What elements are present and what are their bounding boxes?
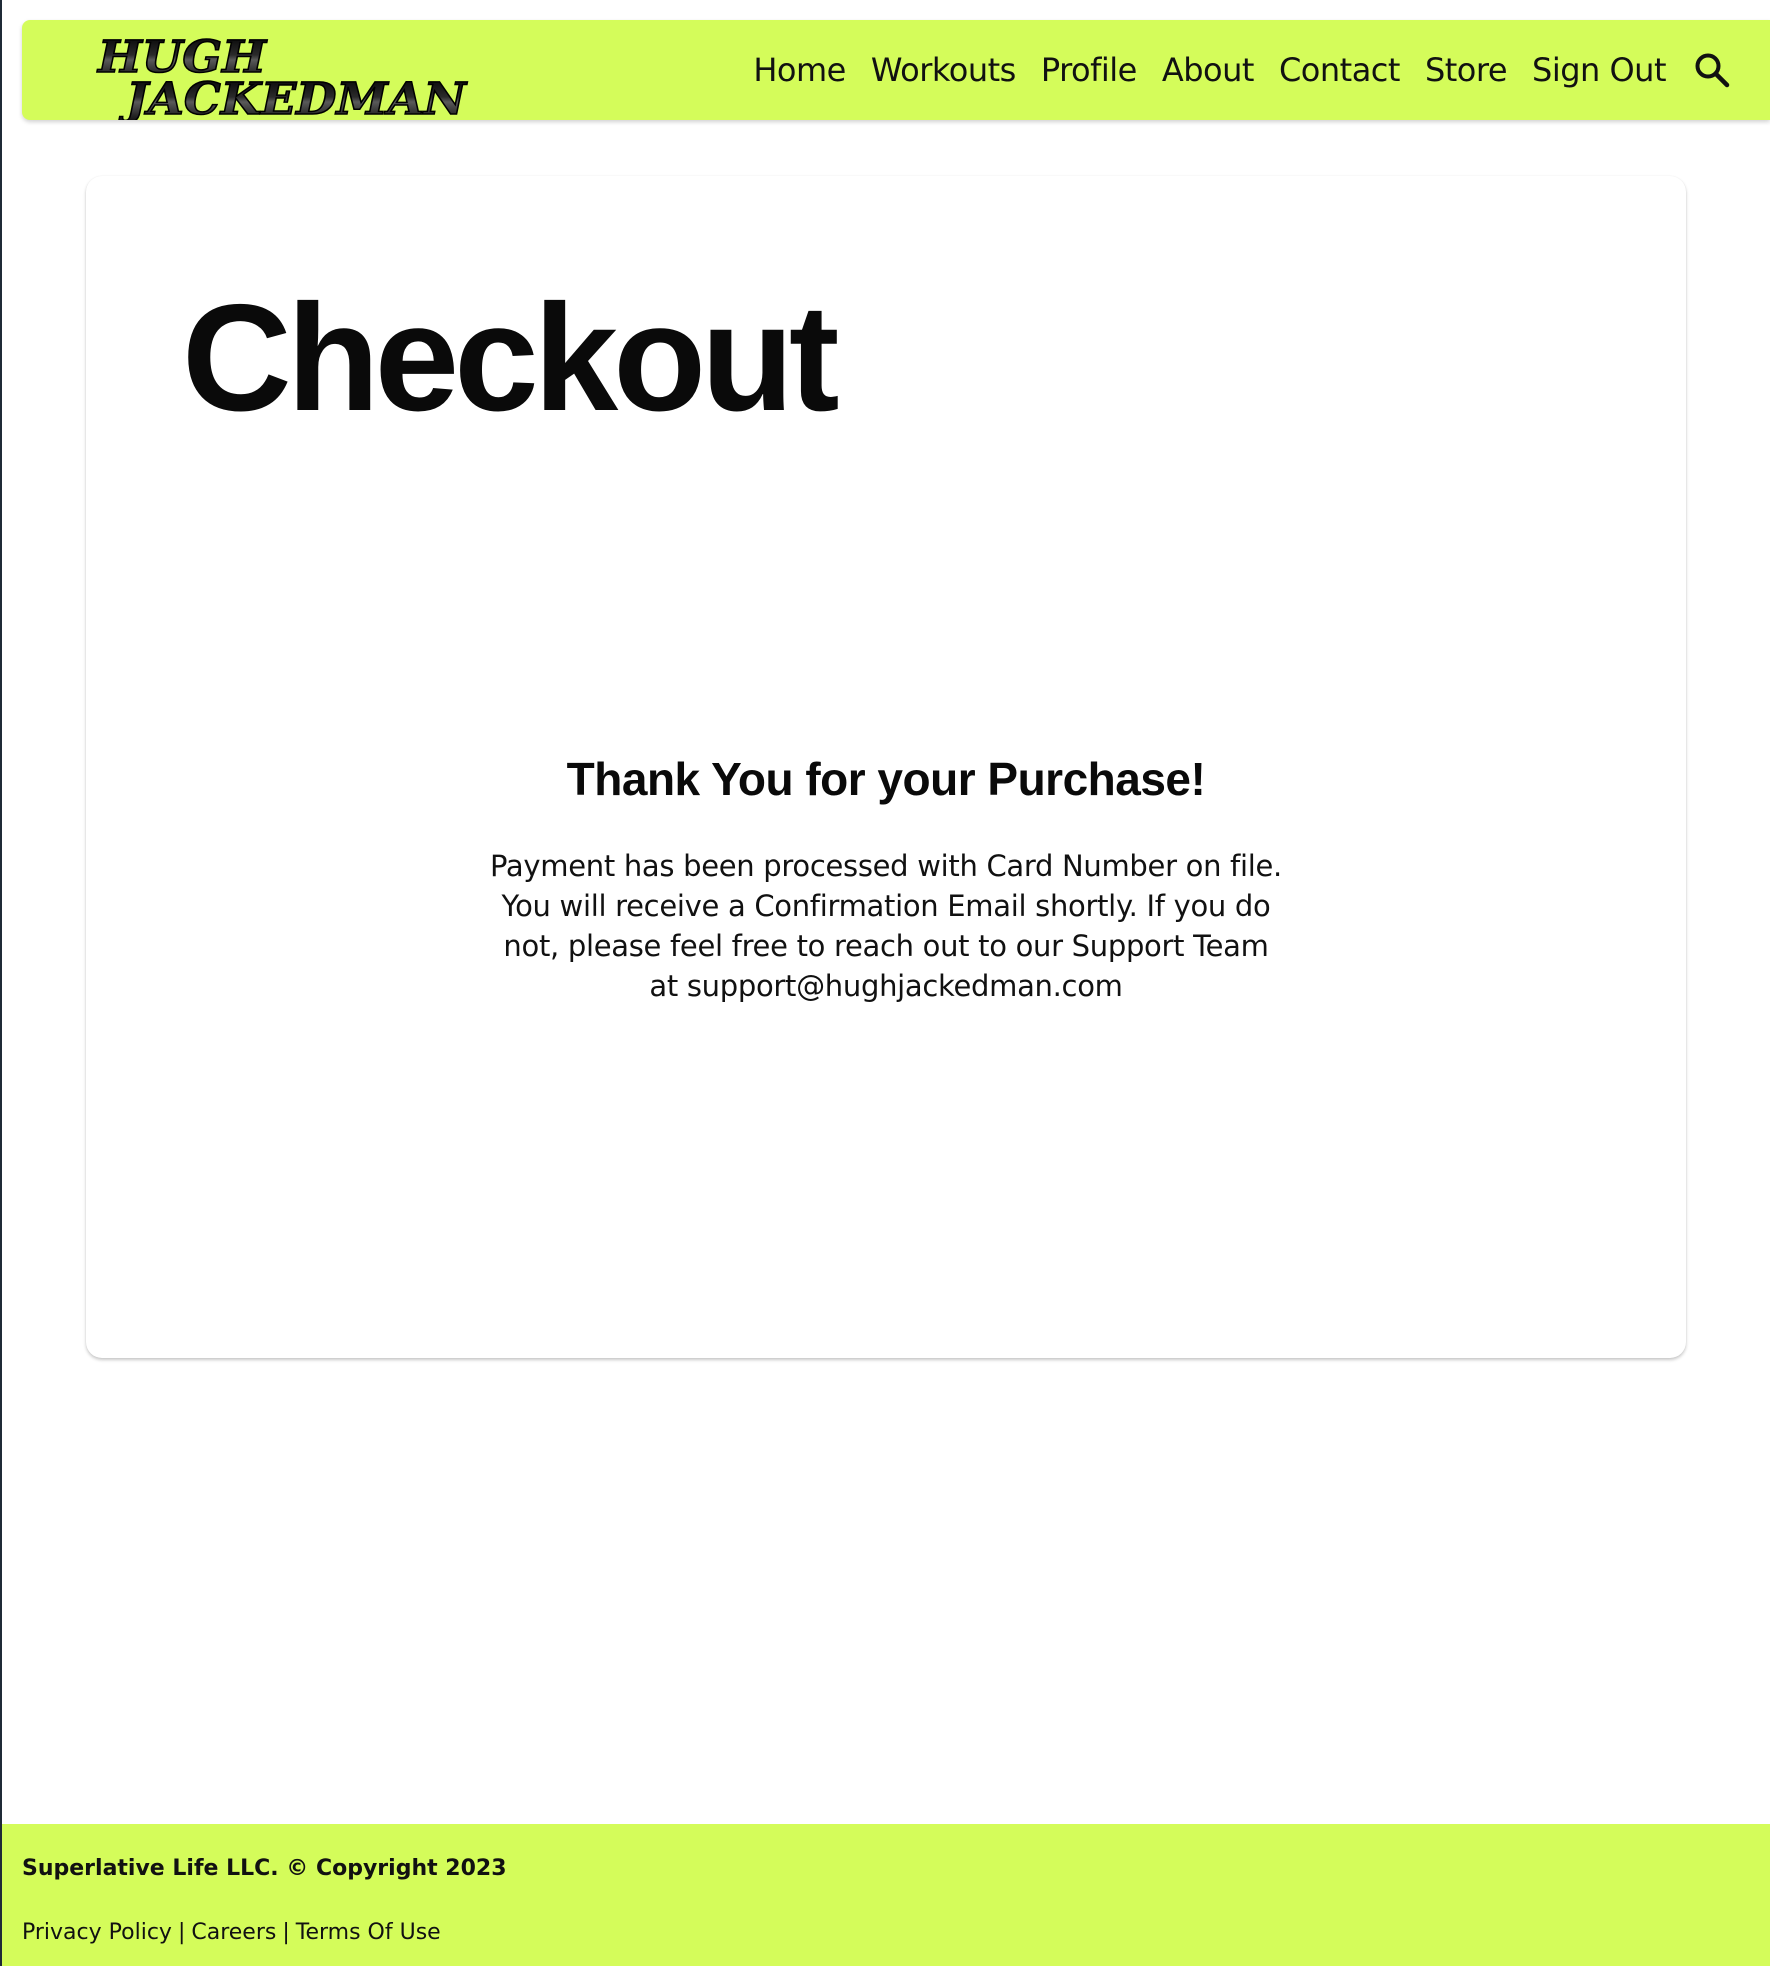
footer-link-terms-of-use[interactable]: Terms Of Use — [296, 1920, 441, 1945]
footer-links: Privacy Policy | Careers | Terms Of Use — [22, 1920, 441, 1945]
search-icon — [1695, 53, 1730, 88]
footer-link-careers[interactable]: Careers — [191, 1920, 276, 1945]
footer-link-privacy-policy[interactable]: Privacy Policy — [22, 1920, 172, 1945]
main-nav: Home Workouts Profile About Contact Stor… — [728, 20, 1732, 120]
page-title: Checkout — [182, 273, 840, 443]
copyright-text: Superlative Life LLC. © Copyright 2023 — [22, 1856, 507, 1881]
top-navbar: HUGH JACKEDMAN Home Workouts Profile Abo… — [22, 20, 1770, 120]
nav-sign-out[interactable]: Sign Out — [1532, 51, 1666, 89]
nav-workouts[interactable]: Workouts — [871, 51, 1016, 89]
search-button[interactable] — [1692, 50, 1732, 90]
confirmation-heading: Thank You for your Purchase! — [566, 753, 1206, 805]
window-left-edge — [0, 0, 2, 1966]
nav-profile[interactable]: Profile — [1041, 51, 1138, 89]
footer-separator: | — [177, 1920, 186, 1945]
logo-line-2: JACKEDMAN — [119, 74, 468, 120]
brand-logo[interactable]: HUGH JACKEDMAN — [76, 30, 476, 120]
checkout-card: Checkout Thank You for your Purchase! Pa… — [86, 176, 1686, 1358]
nav-about[interactable]: About — [1162, 51, 1255, 89]
nav-home[interactable]: Home — [753, 51, 846, 89]
nav-store[interactable]: Store — [1425, 51, 1508, 89]
footer-separator: | — [282, 1920, 290, 1945]
site-footer: Superlative Life LLC. © Copyright 2023 P… — [2, 1824, 1770, 1966]
nav-contact[interactable]: Contact — [1279, 51, 1401, 89]
confirmation-message: Payment has been processed with Card Num… — [490, 849, 1282, 1003]
